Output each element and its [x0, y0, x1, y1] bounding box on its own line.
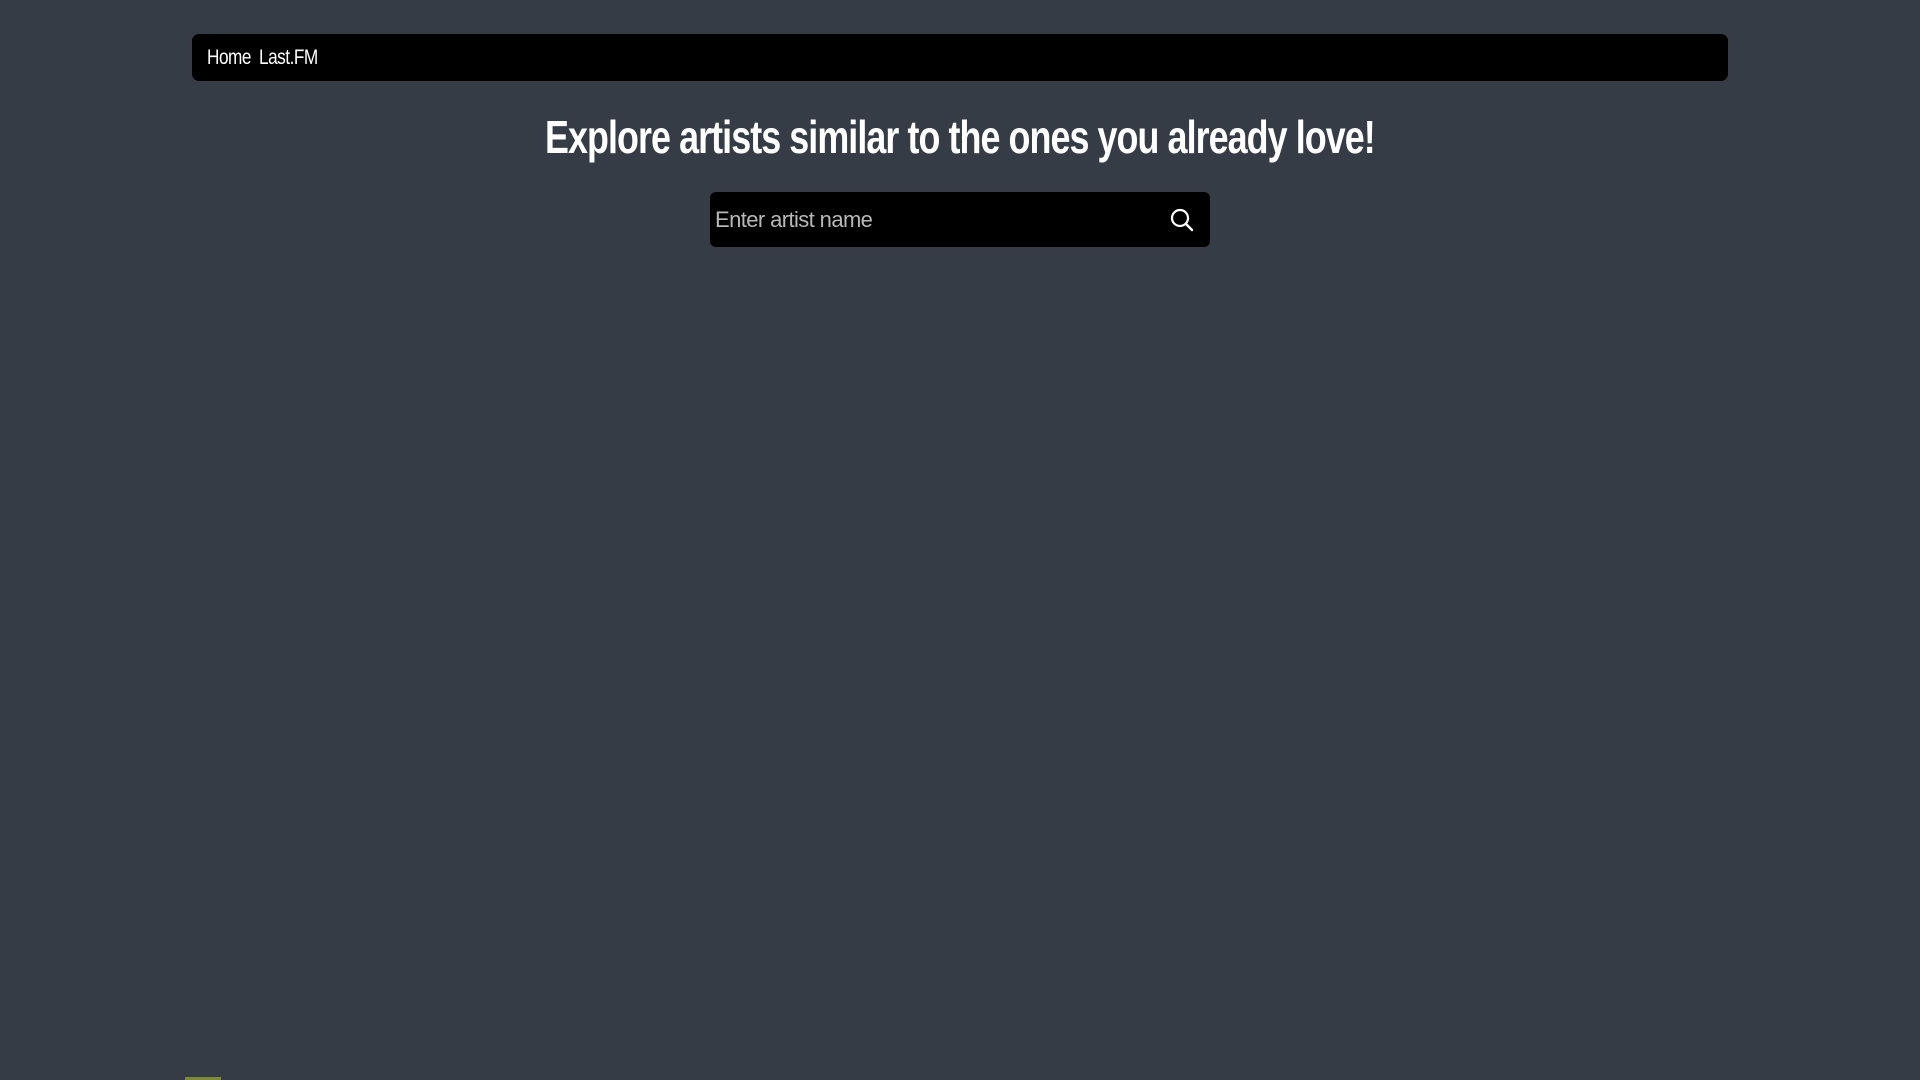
artist-search-input[interactable]	[710, 191, 1158, 248]
nav-link-home[interactable]: Home	[207, 46, 251, 70]
search-button[interactable]	[1158, 196, 1206, 244]
page-title: Explore artists similar to the ones you …	[0, 110, 1920, 164]
page: Home Last.FM Explore artists similar to …	[0, 0, 1920, 1080]
top-navbar: Home Last.FM	[192, 34, 1728, 81]
nav-link-lastfm[interactable]: Last.FM	[259, 46, 318, 70]
search-bar	[710, 191, 1210, 248]
search-icon	[1170, 208, 1194, 231]
page-title-text: Explore artists similar to the ones you …	[545, 111, 1376, 163]
